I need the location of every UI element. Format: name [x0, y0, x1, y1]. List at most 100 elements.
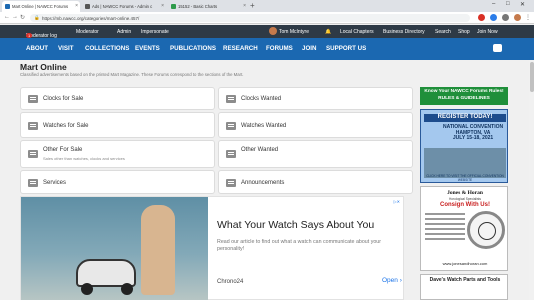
browser-menu-icon[interactable]: ⋮	[525, 14, 531, 21]
forum-title[interactable]: Other For Sale	[43, 147, 82, 153]
wheel-illustration	[121, 283, 133, 295]
avatar[interactable]	[269, 27, 277, 35]
nawcc-favicon-icon	[85, 4, 90, 9]
forum-title[interactable]: Services	[43, 180, 66, 186]
page-scrollbar[interactable]	[529, 60, 534, 300]
forum-node-watches-wanted[interactable]: Watches Wanted	[218, 112, 413, 138]
forum-node-other-for-sale[interactable]: Other For Sale Sales other than watches,…	[20, 140, 215, 168]
shop-link[interactable]: Shop	[458, 29, 470, 35]
close-window-icon[interactable]: ✕	[520, 1, 525, 8]
jh-website: www.jonesandhoran.com	[442, 261, 488, 266]
forum-node-services[interactable]: Services	[20, 170, 215, 194]
search-link[interactable]: Search	[435, 29, 451, 35]
rules-banner-line1: Know Your NAWCC Forums Rules!	[424, 89, 504, 94]
profile-avatar-icon[interactable]	[514, 14, 521, 21]
forum-icon	[226, 150, 236, 158]
user-name-link[interactable]: Tom McIntyre	[279, 29, 309, 35]
bell-icon[interactable]: 🔔	[325, 29, 331, 35]
forum-node-clocks-wanted[interactable]: Clocks Wanted	[218, 87, 413, 110]
nav-collections[interactable]: COLLECTIONS	[85, 45, 129, 52]
nav-publications[interactable]: PUBLICATIONS	[170, 45, 216, 52]
forum-node-clocks-for-sale[interactable]: Clocks for Sale	[20, 87, 215, 110]
page-description: Classified advertisements based on the p…	[20, 72, 244, 77]
chevron-right-icon: ›	[399, 277, 402, 284]
join-now-link[interactable]: Join Now	[477, 29, 498, 35]
nav-events[interactable]: EVENTS	[135, 45, 160, 52]
scrollbar-thumb[interactable]	[529, 62, 534, 92]
local-chapters-link[interactable]: Local Chapters	[340, 29, 374, 35]
maximize-icon[interactable]: □	[506, 1, 510, 7]
forum-icon	[226, 179, 236, 187]
forum-title[interactable]: Clocks Wanted	[241, 96, 281, 102]
browser-tab-ads[interactable]: Ads | NAWCC Forums - Admin c ×	[82, 1, 166, 12]
forward-icon[interactable]: →	[12, 14, 18, 20]
forum-node-announcements[interactable]: Announcements	[218, 170, 413, 194]
ad-image[interactable]	[21, 197, 208, 300]
ad-open-button[interactable]: Open ›	[382, 277, 402, 284]
ad-open-label: Open	[382, 277, 398, 284]
adchoices-icon[interactable]: ▷✕	[394, 199, 400, 204]
convention-cta: CLICK HERE TO VISIT THE OFFICIAL CONVENT…	[426, 174, 504, 182]
jh-text-lines	[425, 213, 465, 243]
nav-forums[interactable]: FORUMS	[266, 45, 293, 52]
forum-title[interactable]: Clocks for Sale	[43, 96, 83, 102]
close-tab-icon[interactable]: ×	[161, 3, 164, 9]
nav-about[interactable]: ABOUT	[26, 45, 48, 52]
chat-icon[interactable]	[493, 44, 502, 52]
nawcc-favicon-icon	[5, 4, 10, 9]
forum-icon	[28, 95, 38, 103]
jh-name: Jones & Horan	[447, 190, 483, 196]
moderator-link[interactable]: Moderator	[76, 29, 99, 35]
forum-icon	[226, 122, 236, 130]
back-icon[interactable]: ←	[4, 14, 10, 20]
page-title: Mart Online	[20, 62, 67, 72]
forum-title[interactable]: Announcements	[241, 180, 284, 186]
forum-node-other-wanted[interactable]: Other Wanted	[218, 140, 413, 168]
url-input[interactable]: 🔒 https://mb.nawcc.org/categories/mart-o…	[30, 14, 470, 22]
close-tab-icon[interactable]: ×	[75, 3, 78, 9]
ad-brand: Chrono24	[217, 279, 244, 285]
business-directory-link[interactable]: Business Directory	[383, 29, 425, 35]
watch-image	[467, 211, 505, 249]
close-tab-icon[interactable]: ×	[243, 3, 246, 9]
new-tab-button[interactable]: +	[250, 1, 255, 10]
jh-sub: Horological Specialists	[448, 197, 482, 201]
impersonate-link[interactable]: Impersonate	[141, 29, 169, 35]
advertisement[interactable]: What Your Watch Says About You Read our …	[20, 196, 404, 300]
convention-register: REGISTER TODAY!	[424, 114, 506, 122]
browser-tab-mart-online[interactable]: Mart Online | NAWCC Forums ×	[2, 1, 80, 12]
convention-banner[interactable]: REGISTER TODAY! NATIONAL CONVENTION HAMP…	[420, 109, 508, 183]
forum-node-watches-for-sale[interactable]: Watches for Sale	[20, 112, 215, 138]
extension-icon[interactable]	[478, 14, 485, 21]
admin-bar: Moderator log 1 Moderator Admin Imperson…	[0, 25, 534, 39]
convention-title: NATIONAL CONVENTION HAMPTON, VA JULY 15-…	[443, 124, 503, 142]
reload-icon[interactable]: ↻	[20, 14, 25, 21]
nav-join[interactable]: JOIN	[302, 45, 316, 52]
daves-watch-parts-ad[interactable]: Dave's Watch Parts and Tools	[420, 274, 508, 300]
admin-link[interactable]: Admin	[117, 29, 131, 35]
nav-support-us[interactable]: SUPPORT US	[326, 45, 366, 52]
forum-title[interactable]: Other Wanted	[241, 147, 278, 153]
forum-title[interactable]: Watches Wanted	[241, 123, 286, 129]
forum-icon	[28, 179, 38, 187]
main-nav: ABOUT VISIT COLLECTIONS EVENTS PUBLICATI…	[0, 38, 534, 60]
nav-research[interactable]: RESEARCH	[223, 45, 258, 52]
charts-favicon-icon	[171, 4, 176, 9]
jh-consign: Consign With Us!	[440, 202, 490, 208]
extension-icon[interactable]	[502, 14, 509, 21]
forum-description: Sales other than watches, clocks and ser…	[43, 156, 125, 161]
lock-icon: 🔒	[34, 15, 40, 20]
forum-title[interactable]: Watches for Sale	[43, 123, 88, 129]
browser-tab-strip: Mart Online | NAWCC Forums × Ads | NAWCC…	[0, 0, 534, 12]
minimize-icon[interactable]: –	[492, 1, 495, 7]
extension-icon[interactable]	[490, 14, 497, 21]
browser-tab-basic-charts[interactable]: 15152 - Basic Charts ×	[168, 1, 248, 12]
browser-tab-label: Ads | NAWCC Forums - Admin c	[92, 4, 153, 9]
nav-visit[interactable]: VISIT	[58, 45, 73, 52]
jones-horan-ad[interactable]: Jones & Horan Horological Specialists Co…	[420, 186, 508, 271]
person-illustration	[141, 205, 175, 295]
convention-dates: JULY 15-18, 2021	[452, 135, 494, 141]
url-text: https://mb.nawcc.org/categories/mart-onl…	[42, 15, 140, 21]
rules-banner[interactable]: Know Your NAWCC Forums Rules! RULES & GU…	[420, 87, 508, 105]
ad-title[interactable]: What Your Watch Says About You	[217, 219, 374, 231]
